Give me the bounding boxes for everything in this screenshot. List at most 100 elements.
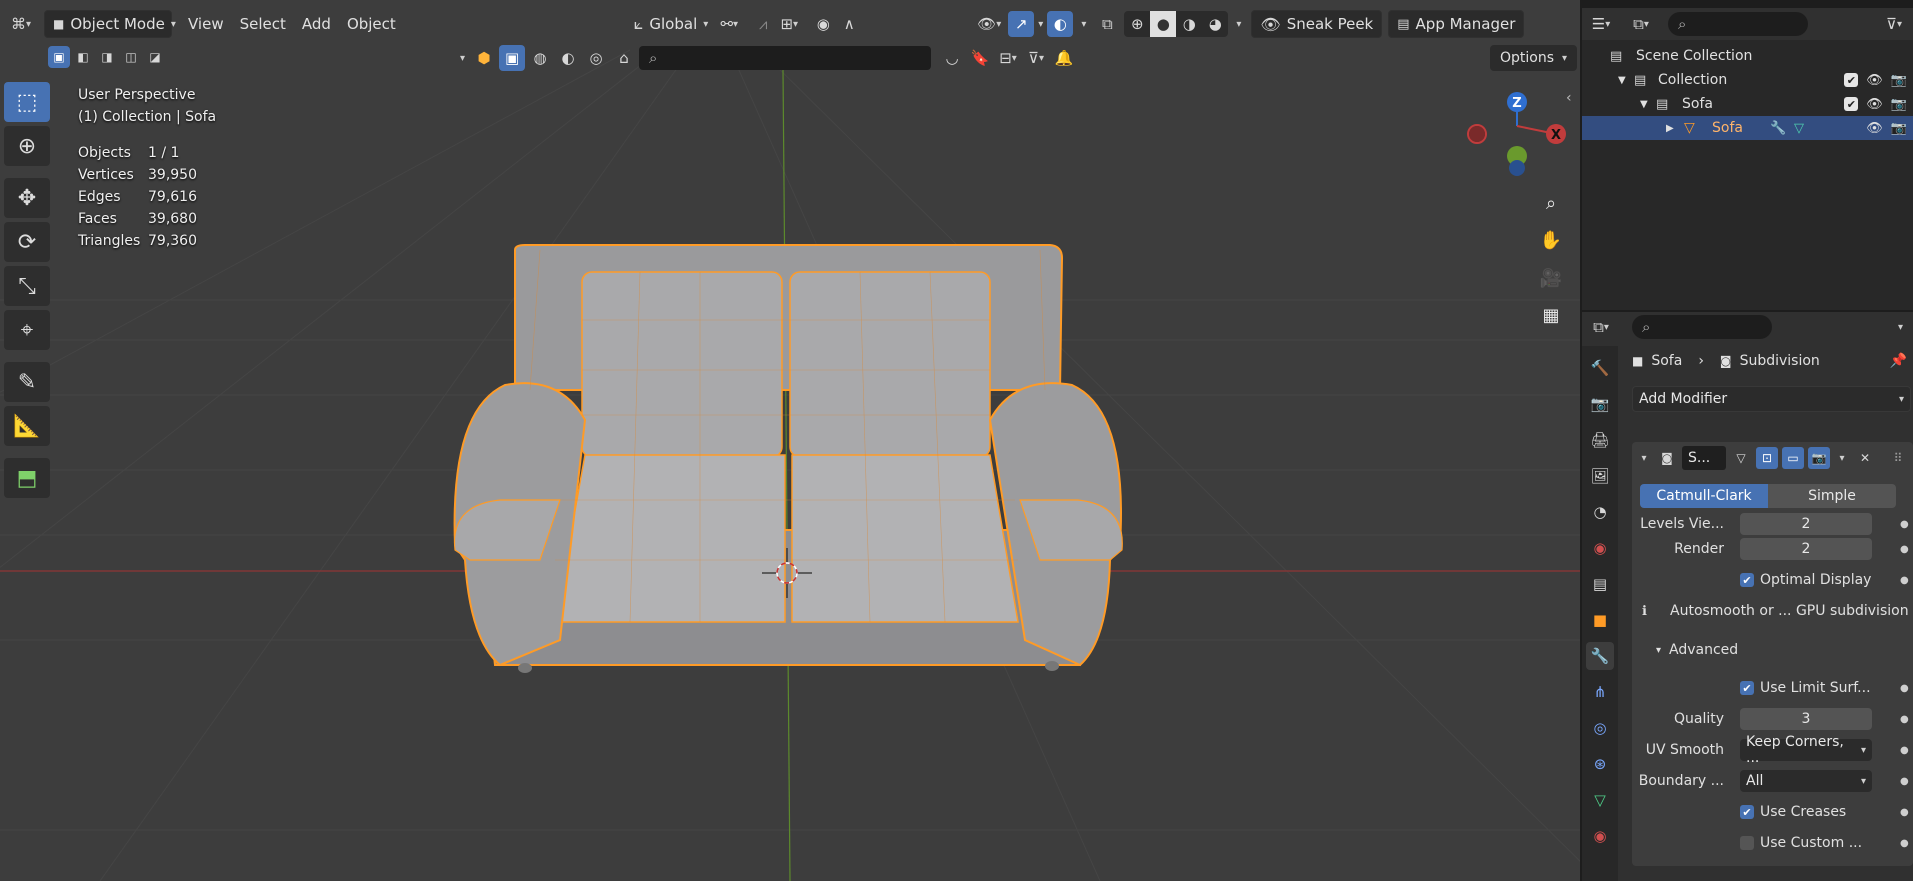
advanced-subpanel-header[interactable]: ▾ Advanced (1656, 642, 1738, 658)
eye-icon[interactable]: 👁 (1866, 73, 1883, 88)
snap-icon[interactable]: ⩘ (750, 11, 776, 37)
filter-material-icon[interactable]: ◍ (527, 45, 553, 71)
view-layer-tab-icon[interactable]: 🖼 (1586, 462, 1614, 490)
add-modifier-dropdown[interactable]: Add Modifier ▾ (1632, 386, 1911, 412)
keyframe-dot-icon[interactable]: ● (1900, 575, 1909, 586)
constraints-tab-icon[interactable]: ⊛ (1586, 750, 1614, 778)
select-new-icon[interactable]: ▣ (48, 46, 70, 68)
modifier-name-field[interactable]: S... (1682, 446, 1726, 470)
annotate-tool-icon[interactable]: ✎ (4, 362, 50, 402)
collapse-panel-icon[interactable]: ‹ (1566, 90, 1572, 106)
filter-world-icon[interactable]: ◐ (555, 45, 581, 71)
overlays-icon[interactable]: ◐ (1047, 11, 1074, 37)
sneak-peek-button[interactable]: 👁 Sneak Peek (1251, 10, 1383, 38)
editor-type-icon[interactable]: ⧉ ▾ (1588, 314, 1614, 340)
chevron-down-icon[interactable]: ▾ (1038, 19, 1043, 30)
optimal-display-checkbox[interactable]: ✔ (1740, 573, 1754, 587)
select-invert-icon[interactable]: ◫ (120, 46, 142, 68)
menu-select[interactable]: Select (232, 10, 294, 38)
outliner-item-collection[interactable]: ▼ ▤ Collection ✔ 👁 📷 (1582, 68, 1913, 92)
chevron-down-icon[interactable]: ▾ (1898, 322, 1903, 333)
camera-icon[interactable]: 📷 (1891, 121, 1907, 136)
chevron-down-icon[interactable]: ▾ (460, 53, 465, 64)
physics-tab-icon[interactable]: ◎ (1586, 714, 1614, 742)
keyframe-dot-icon[interactable]: ● (1900, 544, 1909, 555)
select-box-tool-icon[interactable]: ⬚ (4, 82, 50, 122)
uv-smooth-dropdown[interactable]: Keep Corners, ... ▾ (1740, 734, 1872, 766)
3d-viewport[interactable]: ⌘ ▾ ■ Object Mode ▾ View Select Add Objec… (0, 0, 1580, 881)
filter-icon[interactable]: ⊽ ▾ (1023, 45, 1049, 71)
output-tab-icon[interactable]: 🖨 (1586, 426, 1614, 454)
modifier-wrench-icon[interactable]: 🔧 (1770, 121, 1786, 136)
expand-arrow-icon[interactable]: ▼ (1640, 99, 1648, 110)
orientation-dropdown[interactable]: ⟀ Global ▾ (626, 10, 716, 38)
modifier-tab-icon[interactable]: 🔧 (1586, 642, 1614, 670)
catmull-clark-option[interactable]: Catmull-Clark (1640, 484, 1768, 508)
outliner-item-scene-collection[interactable]: ▤ Scene Collection (1582, 44, 1913, 68)
rotate-tool-icon[interactable]: ⟳ (4, 222, 50, 262)
expand-arrow-icon[interactable]: ▶ (1666, 123, 1674, 134)
mode-dropdown[interactable]: ■ Object Mode ▾ (44, 10, 176, 38)
filter-globe-icon[interactable]: ◎ (583, 45, 609, 71)
arc-icon[interactable]: ◡ (939, 45, 965, 71)
zoom-icon[interactable]: ⌕ (1533, 185, 1569, 221)
visibility-icon[interactable]: 👁 ▾ (976, 11, 1002, 37)
keyframe-dot-icon[interactable]: ● (1900, 745, 1909, 756)
chevron-down-icon[interactable]: ▾ (1236, 19, 1241, 30)
collapse-arrow-icon[interactable]: ▾ (1636, 453, 1652, 464)
eye-icon[interactable]: 👁 (1866, 121, 1883, 136)
object-tab-icon[interactable]: ■ (1586, 606, 1614, 634)
scale-tool-icon[interactable]: ⤡ (4, 266, 50, 306)
outliner-search-input[interactable]: ⌕ (1668, 12, 1808, 36)
camera-icon[interactable]: 📷 (1891, 97, 1907, 112)
notification-bell-icon[interactable]: 🔔 (1051, 45, 1077, 71)
edit-mode-toggle-icon[interactable]: ▽ (1730, 447, 1752, 469)
proportional-edit-icon[interactable]: ◉ (810, 11, 836, 37)
keyframe-dot-icon[interactable]: ● (1900, 807, 1909, 818)
gizmo-icon[interactable]: ↗ (1008, 11, 1035, 37)
realtime-toggle-icon[interactable]: ▭ (1782, 447, 1804, 469)
material-tab-icon[interactable]: ◉ (1586, 822, 1614, 850)
levels-viewport-field[interactable]: 2 (1740, 513, 1872, 535)
solid-shading-icon[interactable]: ● (1150, 11, 1177, 37)
outliner-item-sofa-collection[interactable]: ▼ ▤ Sofa ✔ 👁 📷 (1582, 92, 1913, 116)
use-custom-normals-checkbox[interactable] (1740, 836, 1754, 850)
asset-type-icon[interactable]: ⬢ (471, 45, 497, 71)
quality-field[interactable]: 3 (1740, 708, 1872, 730)
move-tool-icon[interactable]: ✥ (4, 178, 50, 218)
material-shading-icon[interactable]: ◑ (1176, 11, 1202, 37)
close-icon[interactable]: ✕ (1854, 447, 1876, 469)
asset-search-input[interactable]: ⌕ (639, 46, 932, 70)
editor-type-icon[interactable]: ⌘ ▾ (8, 11, 34, 37)
display-mode-icon[interactable]: ⊟ ▾ (995, 45, 1021, 71)
options-dropdown[interactable]: Options ▾ (1490, 45, 1578, 71)
world-tab-icon[interactable]: ◉ (1586, 534, 1614, 562)
snap-target-icon[interactable]: ⊞ ▾ (776, 11, 802, 37)
keyframe-dot-icon[interactable]: ● (1900, 519, 1909, 530)
measure-tool-icon[interactable]: 📐 (4, 406, 50, 446)
perspective-toggle-icon[interactable]: ▦ (1533, 297, 1569, 333)
keyframe-dot-icon[interactable]: ● (1900, 838, 1909, 849)
render-levels-field[interactable]: 2 (1740, 538, 1872, 560)
drag-handle-icon[interactable]: ⠿ (1887, 447, 1909, 469)
filter-node-icon[interactable]: ⌂ (611, 45, 637, 71)
exclude-checkbox[interactable]: ✔ (1844, 97, 1859, 111)
outliner-item-sofa-object[interactable]: ▶ ▽ Sofa 🔧 ▽ 👁 📷 (1582, 116, 1913, 140)
keyframe-dot-icon[interactable]: ● (1900, 714, 1909, 725)
menu-add[interactable]: Add (294, 10, 339, 38)
render-toggle-icon[interactable]: 📷 (1808, 447, 1830, 469)
select-intersect-icon[interactable]: ◪ (144, 46, 166, 68)
app-manager-button[interactable]: ▤ App Manager (1388, 10, 1525, 38)
use-creases-checkbox[interactable]: ✔ (1740, 805, 1754, 819)
chevron-down-icon[interactable]: ▾ (1081, 19, 1086, 30)
pan-hand-icon[interactable]: ✋ (1533, 222, 1569, 258)
scene-tab-icon[interactable]: ◔ (1586, 498, 1614, 526)
falloff-icon[interactable]: ∧ (836, 11, 862, 37)
on-cage-toggle-icon[interactable]: ⊡ (1756, 447, 1778, 469)
menu-object[interactable]: Object (339, 10, 404, 38)
display-mode-icon[interactable]: ⧉ ▾ (1628, 11, 1654, 37)
select-subtract-icon[interactable]: ◨ (96, 46, 118, 68)
cursor-tool-icon[interactable]: ⊕ (4, 126, 50, 166)
properties-search-input[interactable]: ⌕ (1632, 315, 1772, 339)
mesh-data-icon[interactable]: ▽ (1794, 121, 1804, 136)
